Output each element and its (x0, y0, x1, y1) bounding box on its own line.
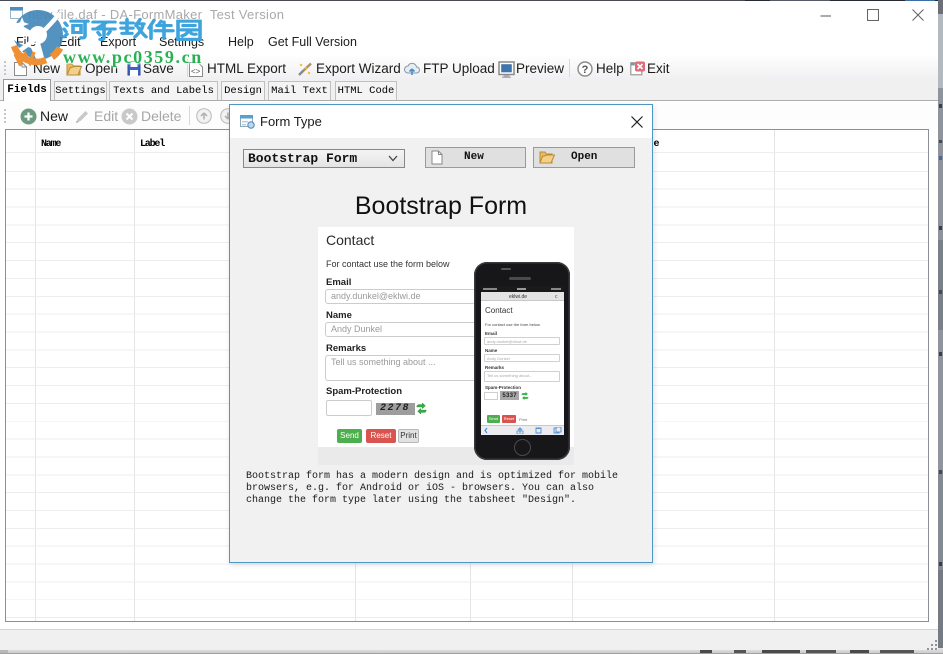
svg-text:?: ? (582, 64, 589, 76)
svg-text:<>: <> (191, 67, 201, 76)
